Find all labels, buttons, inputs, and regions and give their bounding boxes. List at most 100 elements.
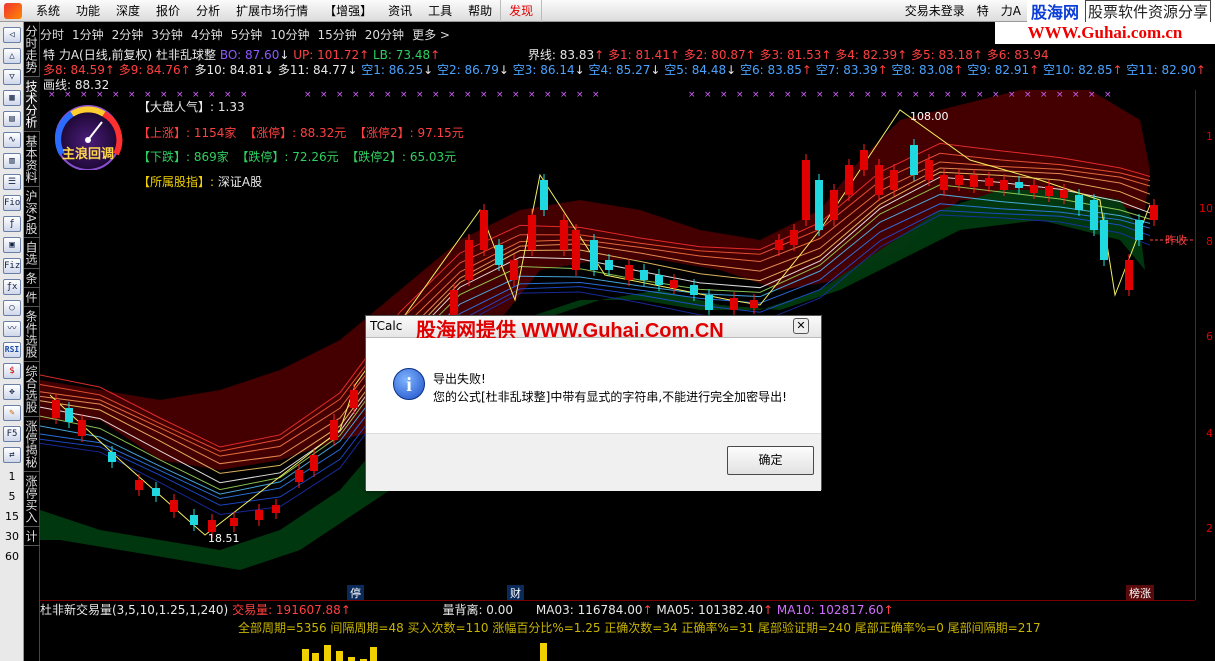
period-60[interactable]: 60 xyxy=(0,550,24,563)
signal-marker: × xyxy=(336,90,344,100)
candle-body xyxy=(925,160,933,180)
tf-realtime[interactable]: 分时 xyxy=(40,26,64,43)
tab-calc[interactable]: 计 xyxy=(24,527,40,547)
axis-tick-6: 2 xyxy=(1206,522,1213,535)
tf-20min[interactable]: 20分钟 xyxy=(365,26,404,43)
signal-marker: × xyxy=(848,90,856,100)
dialog-titlebar[interactable]: TCalc 股海网提供 WWW.Guhai.Com.CN ✕ xyxy=(366,316,821,342)
pencil-icon[interactable]: ✎ xyxy=(3,405,21,421)
signal-marker: × xyxy=(144,90,152,100)
tab-cond1[interactable]: 条 xyxy=(24,269,40,289)
signal-marker: × xyxy=(832,90,840,100)
signal-marker: × xyxy=(800,90,808,100)
tf-3min[interactable]: 3分钟 xyxy=(151,26,183,43)
fiz-icon[interactable]: Fiz xyxy=(3,258,21,274)
signal-marker: × xyxy=(480,90,488,100)
signal-marker: × xyxy=(128,90,136,100)
line-chart-icon[interactable]: ∿ xyxy=(3,132,21,148)
tf-1min[interactable]: 1分钟 xyxy=(72,26,104,43)
grid-icon[interactable]: ▦ xyxy=(3,90,21,106)
menu-news[interactable]: 资讯 xyxy=(380,0,420,22)
candle-body xyxy=(815,180,823,230)
tab-composite-select[interactable]: 综合选股 xyxy=(24,362,40,418)
left-toolbar: ◁ △ ▽ ▦ ▤ ∿ ▥ ☰ Fio ƒ ▣ Fiz ƒx ○ 〰 RSI $… xyxy=(0,22,24,661)
down-arrow-icon[interactable]: ▽ xyxy=(3,69,21,85)
menu-system[interactable]: 系统 xyxy=(28,0,68,22)
menu-function[interactable]: 功能 xyxy=(68,0,108,22)
fx-icon[interactable]: ƒx xyxy=(3,279,21,295)
app-logo-icon xyxy=(4,2,22,19)
arrows-icon[interactable]: ⇄ xyxy=(3,447,21,463)
period-30[interactable]: 30 xyxy=(0,530,24,543)
event-finance[interactable]: 财 xyxy=(507,585,524,601)
tab-realtime[interactable]: 分时走势 xyxy=(24,22,40,77)
candle-body xyxy=(255,510,263,520)
tf-15min[interactable]: 15分钟 xyxy=(318,26,357,43)
candle-body xyxy=(890,170,898,190)
candle-body xyxy=(208,520,216,532)
duo8: 多8: 84.59 xyxy=(43,63,105,77)
table-icon[interactable]: ▤ xyxy=(3,111,21,127)
menu-enhanced[interactable]: 【增强】 xyxy=(316,0,380,22)
tab-technical[interactable]: 技术分析 xyxy=(24,77,40,132)
signal-marker: × xyxy=(304,90,312,100)
candle-body xyxy=(510,260,518,280)
period-5[interactable]: 5 xyxy=(0,490,24,503)
event-suspend[interactable]: 停 xyxy=(347,585,364,601)
list-icon[interactable]: ☰ xyxy=(3,174,21,190)
event-limit-list[interactable]: 榜涨 xyxy=(1126,585,1154,601)
tf-more[interactable]: 更多 > xyxy=(412,26,450,43)
candle-body xyxy=(845,165,853,195)
back-arrow-icon[interactable]: ◁ xyxy=(3,27,21,43)
signal-marker: × xyxy=(720,90,728,100)
circle-icon[interactable]: ○ xyxy=(3,300,21,316)
bar-chart-icon[interactable]: ▥ xyxy=(3,153,21,169)
tab-fundamentals[interactable]: 基本资料 xyxy=(24,132,40,187)
trade-login-status[interactable]: 交易未登录 xyxy=(899,0,971,22)
tab-condition-select[interactable]: 条件选股 xyxy=(24,307,40,363)
tab-limit-buy[interactable]: 涨停买入 xyxy=(24,472,40,528)
f5-icon[interactable]: F5 xyxy=(3,426,21,442)
signal-marker: × xyxy=(816,90,824,100)
candle-body xyxy=(540,180,548,210)
period-15[interactable]: 15 xyxy=(0,510,24,523)
tab-limit-up[interactable]: 涨停揭秘 xyxy=(24,417,40,473)
up-arrow-icon[interactable]: △ xyxy=(3,48,21,64)
signal-marker: × xyxy=(976,90,984,100)
calendar-icon[interactable]: ▣ xyxy=(3,237,21,253)
dollar-icon[interactable]: $ xyxy=(3,363,21,379)
ma10-value: MA10: 102817.60 xyxy=(776,603,884,617)
wave-icon[interactable]: 〰 xyxy=(3,321,21,337)
tf-5min[interactable]: 5分钟 xyxy=(231,26,263,43)
tab-watchlist[interactable]: 自选 xyxy=(24,238,40,270)
tf-2min[interactable]: 2分钟 xyxy=(112,26,144,43)
menu-help[interactable]: 帮助 xyxy=(460,0,500,22)
signal-marker: × xyxy=(240,90,248,100)
candle-body xyxy=(170,500,178,512)
duo6: 多6: 83.94 xyxy=(986,48,1049,62)
candle-body xyxy=(190,515,198,525)
move-icon[interactable]: ✥ xyxy=(3,384,21,400)
formula-icon[interactable]: ƒ xyxy=(3,216,21,232)
ok-button[interactable]: 确定 xyxy=(727,446,814,475)
tab-a-shares[interactable]: 沪深A股 xyxy=(24,187,40,239)
tab-cond2[interactable]: 件 xyxy=(24,288,40,308)
close-icon[interactable]: ✕ xyxy=(793,318,809,334)
candle-body xyxy=(350,390,358,408)
menu-tools[interactable]: 工具 xyxy=(420,0,460,22)
menu-extended-market[interactable]: 扩展市场行情 xyxy=(228,0,316,22)
period-1[interactable]: 1 xyxy=(0,470,24,483)
signal-marker: × xyxy=(368,90,376,100)
signal-marker: × xyxy=(320,90,328,100)
menu-depth[interactable]: 深度 xyxy=(108,0,148,22)
menu-analysis[interactable]: 分析 xyxy=(188,0,228,22)
menu-quote[interactable]: 报价 xyxy=(148,0,188,22)
rsi-icon[interactable]: RSI xyxy=(3,342,21,358)
signal-marker: × xyxy=(80,90,88,100)
volume-indicator-title: 杜非新交易量(3,5,10,1.25,1,240) xyxy=(40,603,229,617)
tf-4min[interactable]: 4分钟 xyxy=(191,26,223,43)
menu-discover[interactable]: 发现 xyxy=(500,0,543,22)
candle-body xyxy=(1030,185,1038,193)
formula-fio-icon[interactable]: Fio xyxy=(3,195,21,211)
tf-10min[interactable]: 10分钟 xyxy=(270,26,309,43)
